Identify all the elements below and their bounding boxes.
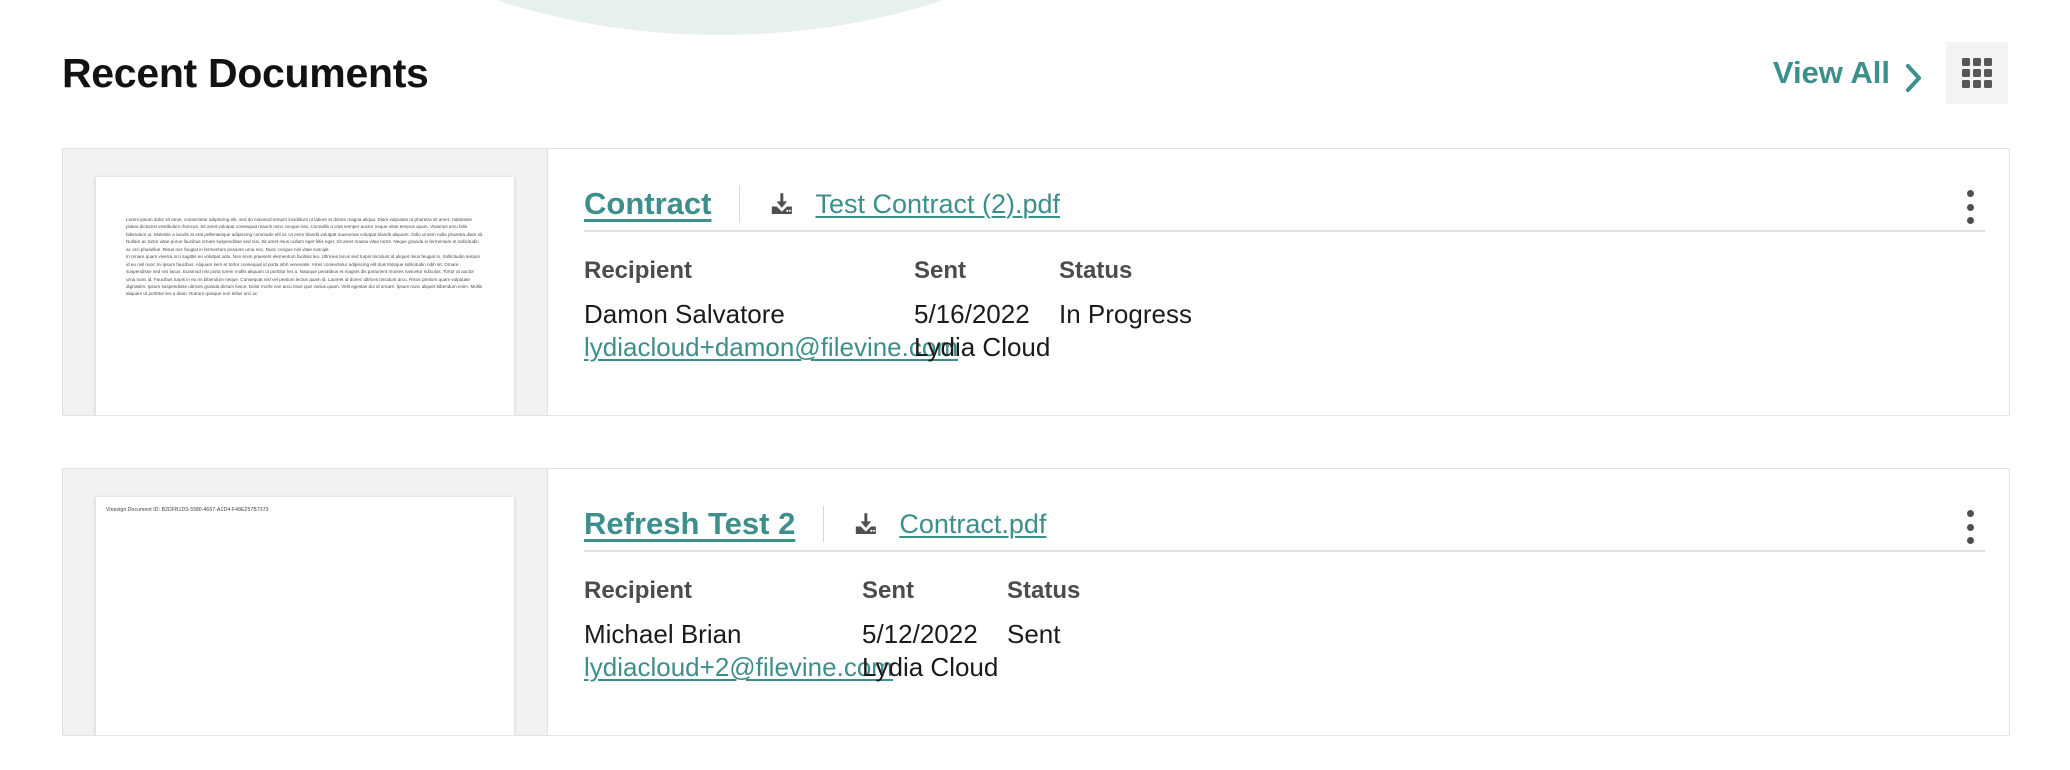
sent-date: 5/16/2022: [914, 299, 1030, 329]
chevron-right-icon: [1904, 63, 1924, 92]
document-file-link[interactable]: Contract.pdf: [899, 509, 1046, 540]
thumbnail-document-id: Vinesign Document ID: B2DFB1D3-3380-4667…: [106, 507, 269, 513]
vertical-divider: [739, 186, 741, 222]
meta-column-sent: Sent 5/12/2022 Lydia Cloud: [862, 579, 1007, 682]
sent-label: Sent: [862, 577, 915, 604]
download-icon[interactable]: [852, 511, 879, 538]
thumbnail-page: Lorem ipsum dolor sit amet, consectetur …: [96, 177, 514, 415]
thumbnail-paragraph: Lorem ipsum dolor sit amet, consectetur …: [126, 217, 484, 252]
meta-column-status: Status Sent: [1007, 579, 1080, 682]
recipient-email-link[interactable]: lydiacloud+2@filevine.com: [584, 652, 893, 682]
meta-column-status: Status In Progress: [1059, 259, 1192, 362]
recent-documents-page: Recent Documents View All Lorem ipsum do…: [0, 0, 2070, 770]
meta-column-recipient: Recipient Michael Brian lydiacloud+2@fil…: [584, 577, 893, 682]
document-menu-button[interactable]: [1953, 507, 1987, 547]
sent-label: Sent: [914, 257, 967, 284]
hero-curve-decoration: [245, 0, 1195, 35]
view-all-link[interactable]: View All: [1772, 55, 1946, 92]
vertical-divider: [823, 506, 825, 542]
document-card[interactable]: Lorem ipsum dolor sit amet, consectetur …: [62, 148, 2010, 416]
recipient-label: Recipient: [584, 257, 693, 284]
page-title: Recent Documents: [62, 49, 429, 96]
meta-column-sent: Sent 5/16/2022 Lydia Cloud: [914, 259, 1059, 362]
recipient-label: Recipient: [584, 577, 693, 604]
grid-view-button[interactable]: [1946, 42, 2008, 104]
document-file-link[interactable]: Test Contract (2).pdf: [815, 189, 1060, 220]
header-actions: View All: [1773, 42, 2008, 104]
sent-date: 5/12/2022: [862, 619, 978, 649]
thumbnail-text: Lorem ipsum dolor sit amet, consectetur …: [96, 177, 514, 298]
recipient-email-link[interactable]: lydiacloud+damon@filevine.com: [584, 332, 958, 362]
document-details: Contract Test Contract (2).pdf Recipient…: [548, 149, 2009, 415]
view-all-label: View All: [1772, 55, 1890, 90]
document-menu-button[interactable]: [1953, 187, 1987, 227]
grid-view-icon: [1962, 58, 1992, 88]
section-header: Recent Documents View All: [0, 38, 2070, 108]
document-thumbnail[interactable]: Vinesign Document ID: B2DFB1D3-3380-4667…: [63, 469, 548, 735]
document-title-link[interactable]: Contract: [584, 186, 711, 222]
document-card[interactable]: Vinesign Document ID: B2DFB1D3-3380-4667…: [62, 468, 2010, 736]
status-label: Status: [1007, 577, 1081, 604]
recipient-name: Michael Brian: [584, 619, 742, 649]
sent-by: Lydia Cloud: [914, 331, 1051, 362]
recipient-name: Damon Salvatore: [584, 299, 785, 329]
document-meta: Recipient Damon Salvatore lydiacloud+dam…: [584, 259, 1192, 362]
download-icon[interactable]: [768, 191, 795, 218]
status-label: Status: [1059, 257, 1133, 284]
sent-by: Lydia Cloud: [862, 651, 999, 682]
status-value: Sent: [1007, 619, 1061, 649]
meta-column-recipient: Recipient Damon Salvatore lydiacloud+dam…: [584, 257, 958, 362]
document-title-row: Refresh Test 2 Contract.pdf: [582, 499, 1975, 549]
document-title-link[interactable]: Refresh Test 2: [584, 506, 795, 542]
document-title-row: Contract Test Contract (2).pdf: [582, 179, 1975, 229]
thumbnail-page: Vinesign Document ID: B2DFB1D3-3380-4667…: [96, 497, 514, 735]
status-value: In Progress: [1059, 299, 1192, 329]
document-meta: Recipient Michael Brian lydiacloud+2@fil…: [584, 579, 1080, 682]
horizontal-divider: [584, 230, 1985, 232]
horizontal-divider: [584, 550, 1985, 552]
document-thumbnail[interactable]: Lorem ipsum dolor sit amet, consectetur …: [63, 149, 548, 415]
document-details: Refresh Test 2 Contract.pdf Recipient Mi…: [548, 469, 2009, 735]
thumbnail-paragraph: In ornare quam viverra orci sagittis eu …: [126, 254, 483, 297]
